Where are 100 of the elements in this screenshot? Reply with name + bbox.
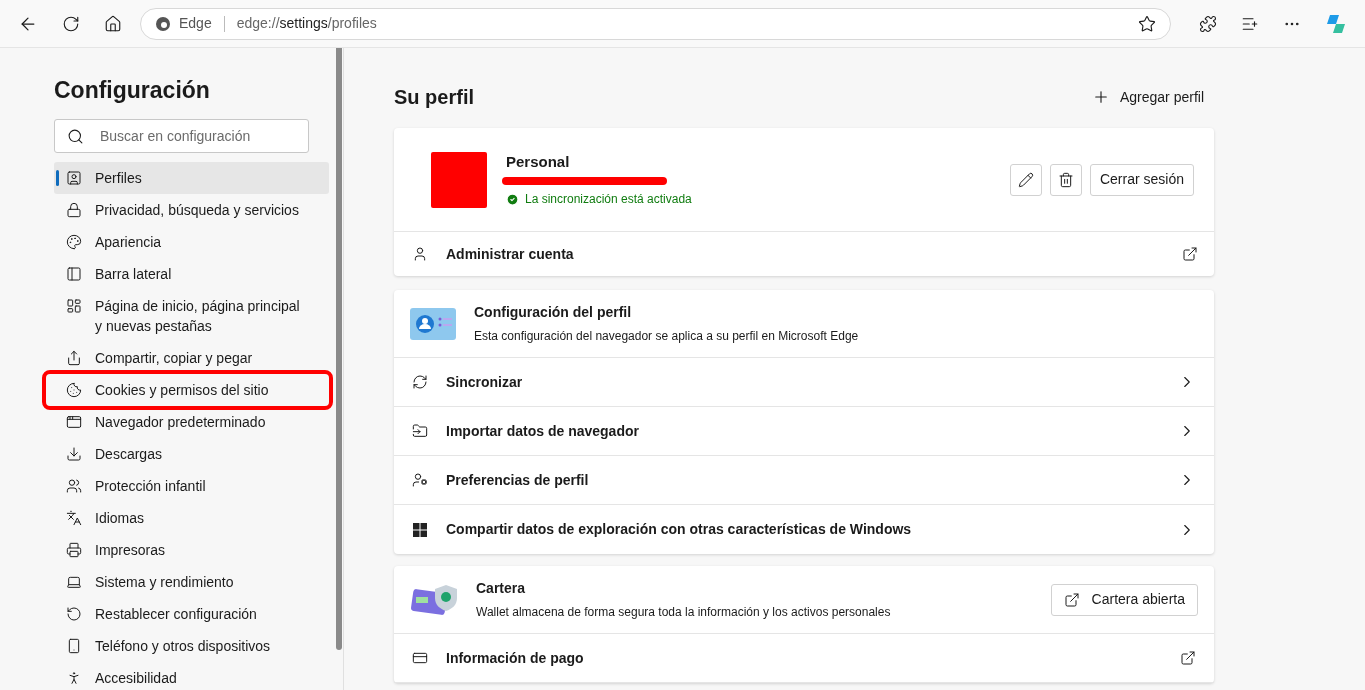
home-icon[interactable]: [104, 14, 122, 33]
row-label: Compartir datos de exploración con otras características de Windows: [446, 520, 913, 539]
sidebar-item[interactable]: Apariencia: [54, 226, 329, 258]
sidebar-item-label: Sistema y rendimiento: [95, 573, 235, 592]
sidebar-item[interactable]: Privacidad, búsqueda y servicios: [54, 194, 329, 226]
sidebar-item-icon: [66, 574, 82, 590]
sync-status: La sincronización está activada: [525, 191, 692, 209]
sidebar-item-icon: [66, 478, 82, 494]
card-subtitle: Esta configuración del navegador se aplica a su perfil en Microsoft Edge: [474, 328, 859, 345]
refresh-icon[interactable]: [62, 14, 80, 33]
delete-button[interactable]: [1049, 163, 1082, 196]
sidebar-item-label: Barra lateral: [95, 265, 173, 284]
sidebar-item[interactable]: Descargas: [54, 438, 329, 470]
sidebar-item-label: Perfiles: [95, 169, 143, 188]
person-icon: [412, 246, 428, 262]
card-title: Cartera: [476, 579, 527, 598]
sidebar-item[interactable]: Restablecer configuración: [54, 598, 329, 630]
sidebar-item-icon: [66, 170, 82, 186]
sidebar-item[interactable]: Teléfono y otros dispositivos: [54, 630, 329, 662]
sidebar-item-label: Navegador predeterminado: [95, 413, 267, 432]
trash-icon: [1057, 171, 1074, 188]
wallet-row[interactable]: Información de pago: [394, 634, 1214, 683]
sidebar-item-icon: [66, 446, 82, 462]
sidebar-item-label: Cookies y permisos del sitio: [95, 381, 270, 400]
sidebar-item-label: Compartir, copiar y pegar: [95, 349, 254, 368]
external-link-icon: [1180, 650, 1196, 666]
sidebar-item-icon: [66, 638, 82, 654]
search-icon: [67, 128, 84, 145]
sidebar-item[interactable]: Impresoras: [54, 534, 329, 566]
url-text: edge://settings/profiles: [236, 14, 378, 33]
sidebar-item[interactable]: Accesibilidad: [54, 662, 329, 690]
sidebar-item[interactable]: Navegador predeterminado: [54, 406, 329, 438]
sidebar-item[interactable]: Protección infantil: [54, 470, 329, 502]
row-label: Importar datos de navegador: [446, 421, 640, 441]
sidebar-item-icon: [66, 606, 82, 622]
settings-row[interactable]: Importar datos de navegador: [394, 407, 1214, 456]
sidebar-item-icon: [66, 670, 82, 686]
row-label: Información de pago: [446, 648, 585, 668]
address-bar[interactable]: Edge edge://settings/profiles: [140, 7, 1171, 40]
sidebar-item-icon: [66, 382, 82, 398]
settings-row[interactable]: Sincronizar: [394, 358, 1214, 407]
sidebar-item-label: Teléfono y otros dispositivos: [95, 637, 272, 656]
search-field[interactable]: Buscar en configuración: [54, 119, 309, 153]
row-label: Sincronizar: [446, 372, 524, 392]
manage-account-row[interactable]: Administrar cuenta: [394, 232, 1214, 276]
avatar-placeholder: [431, 151, 487, 208]
profile-name: Personal: [506, 151, 571, 172]
windows-logo-icon: [412, 521, 428, 538]
sidebar-item-label: Página de inicio, página principal y nuevas pestañas: [95, 297, 301, 336]
external-link-icon: [1063, 591, 1080, 608]
pencil-icon: [1017, 171, 1034, 188]
edit-button[interactable]: [1009, 163, 1042, 196]
sidebar-item[interactable]: Perfiles: [54, 162, 329, 194]
extensions-icon[interactable]: [1199, 14, 1217, 33]
favorite-star-icon[interactable]: [1138, 14, 1156, 33]
sidebar-item-label: Accesibilidad: [95, 669, 178, 688]
sidebar-item-label: Impresoras: [95, 541, 167, 560]
sidebar-item-label: Restablecer configuración: [95, 605, 258, 624]
sidebar-item[interactable]: Compartir, copiar y pegar: [54, 342, 329, 374]
sidebar-item-label: Apariencia: [95, 233, 163, 252]
sidebar-item-label: Privacidad, búsqueda y servicios: [95, 201, 300, 220]
sidebar-item-label: Idiomas: [95, 509, 146, 528]
row-label: Administrar cuenta: [446, 244, 575, 264]
section-heading: Su perfil: [394, 85, 474, 110]
sidebar-item-icon: [66, 298, 82, 314]
sidebar-item[interactable]: Cookies y permisos del sitio: [46, 374, 329, 406]
row-label: Preferencias de perfil: [446, 470, 590, 490]
card-subtitle: Wallet almacena de forma segura toda la información y los activos personales: [476, 604, 892, 621]
sidebar-scrollbar[interactable]: [336, 48, 342, 650]
external-link-icon: [1182, 246, 1198, 262]
sidebar-item-icon: [66, 266, 82, 282]
selected-indicator: [56, 170, 59, 186]
sidebar-item-icon: [66, 234, 82, 250]
card-icon: [412, 650, 428, 666]
sidebar-item-label: Descargas: [95, 445, 163, 464]
sign-out-button[interactable]: Cerrar sesión: [1089, 163, 1194, 196]
row-icon: [412, 374, 428, 390]
card-title: Configuración del perfil: [474, 303, 633, 322]
sidebar-item-icon: [66, 542, 82, 558]
sidebar-item-icon: [66, 510, 82, 526]
sidebar-item[interactable]: Barra lateral: [54, 258, 329, 290]
sidebar-item-icon: [66, 350, 82, 366]
row-icon: [412, 423, 428, 439]
browser-logo-icon: [155, 15, 171, 32]
add-profile-button[interactable]: Agregar perfil: [1091, 86, 1204, 108]
sidebar-item-icon: [66, 202, 82, 218]
sidebar-item[interactable]: Sistema y rendimiento: [54, 566, 329, 598]
row-icon: [412, 472, 428, 488]
open-wallet-button[interactable]: Cartera abierta: [1050, 583, 1198, 616]
check-circle-icon: [506, 192, 519, 206]
sidebar-item-icon: [66, 414, 82, 430]
sidebar-title: Configuración: [54, 76, 211, 104]
copilot-logo-icon[interactable]: [1325, 12, 1347, 35]
site-label: Edge: [179, 14, 212, 33]
settings-row[interactable]: Compartir datos de exploración con otras características de Windows: [394, 505, 1214, 554]
sidebar-item-label: Protección infantil: [95, 477, 207, 496]
settings-row[interactable]: Preferencias de perfil: [394, 456, 1214, 505]
sidebar-item[interactable]: Página de inicio, página principal y nuevas pestañas: [54, 290, 329, 342]
profile-settings-illustration: [410, 305, 458, 342]
sidebar-item[interactable]: Idiomas: [54, 502, 329, 534]
